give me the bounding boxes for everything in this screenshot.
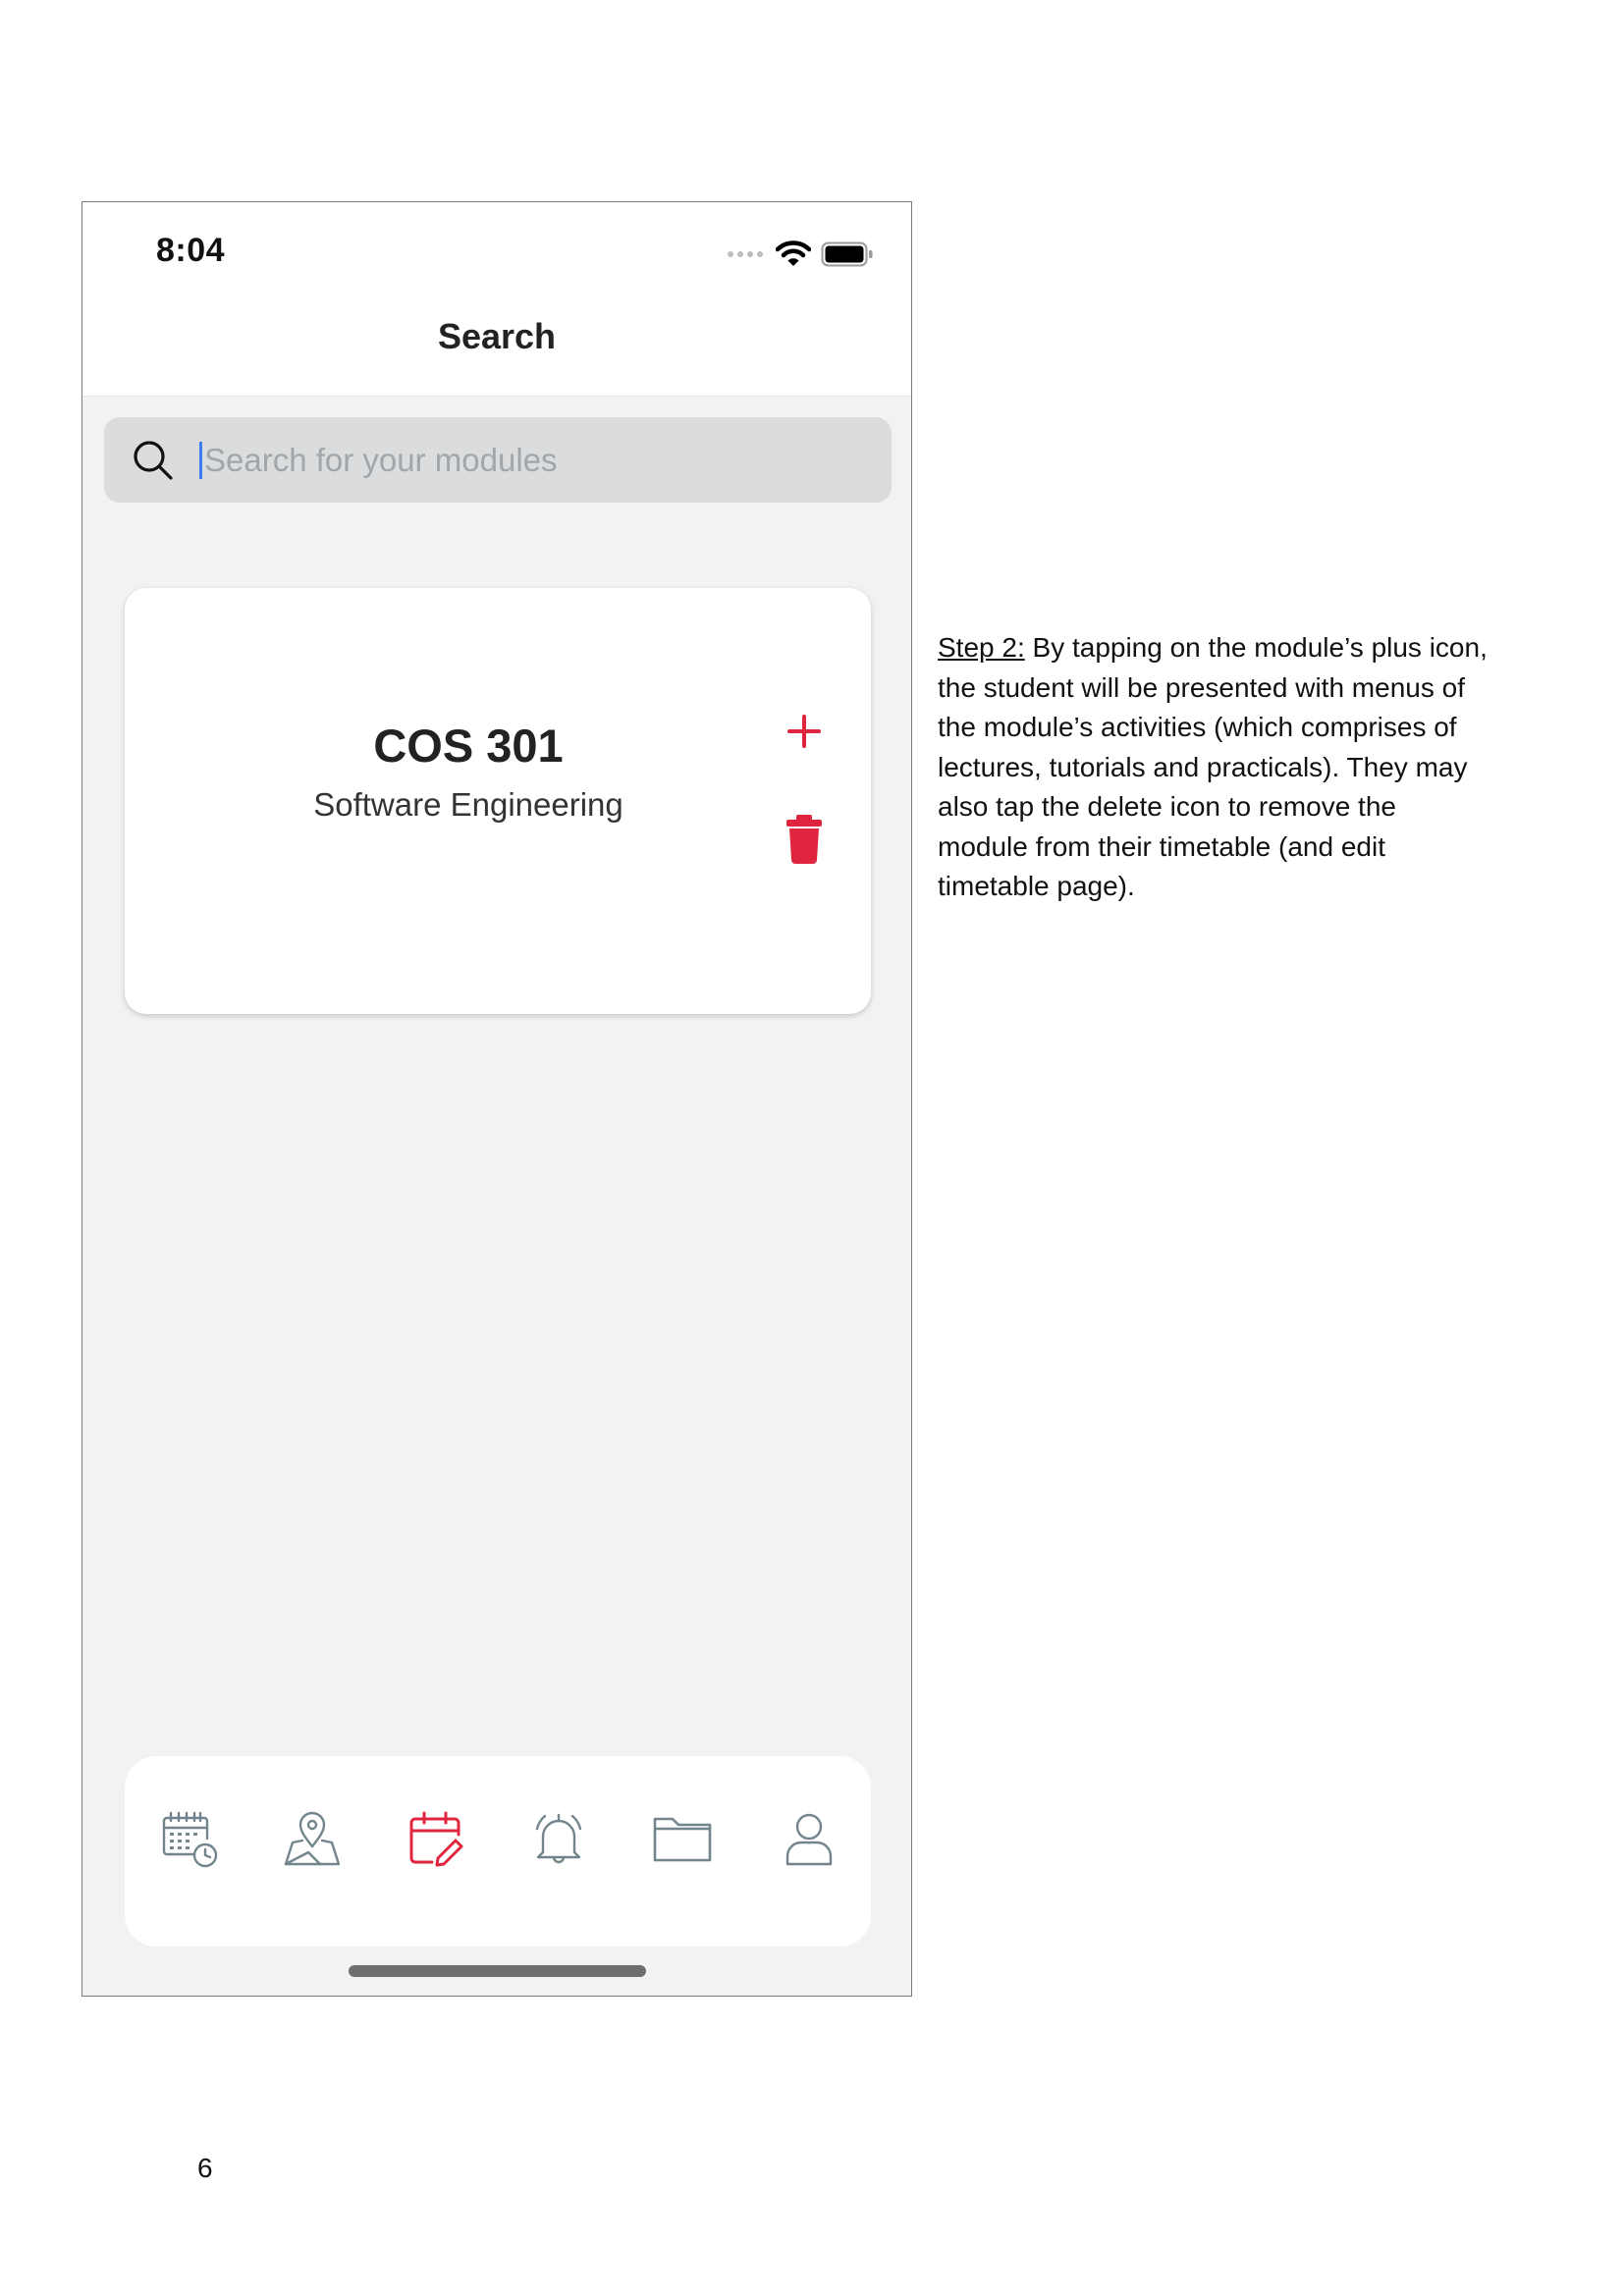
phone-screenshot: 8:04 Search Search for your modules COS …	[81, 201, 912, 1997]
step-body: By tapping on the module’s plus icon, th…	[938, 632, 1488, 901]
status-icons	[727, 240, 874, 269]
delete-trash-icon[interactable]	[781, 814, 828, 865]
bell-icon[interactable]	[527, 1807, 590, 1870]
module-code: COS 301	[373, 720, 564, 772]
module-card[interactable]: COS 301 Software Engineering	[125, 588, 871, 1014]
calendar-edit-icon[interactable]	[405, 1807, 467, 1870]
calendar-clock-icon[interactable]	[157, 1807, 220, 1870]
text-cursor	[199, 442, 202, 479]
status-time: 8:04	[156, 232, 226, 269]
search-input[interactable]	[204, 417, 852, 503]
home-indicator	[349, 1965, 646, 1977]
module-name: Software Engineering	[313, 786, 623, 823]
user-icon[interactable]	[778, 1807, 840, 1870]
page-title: Search	[437, 316, 557, 356]
step-label: Step 2:	[938, 632, 1025, 663]
navigation-bar: Search	[82, 291, 911, 397]
wifi-icon	[776, 240, 811, 266]
page-number: 6	[197, 2153, 213, 2183]
battery-icon	[821, 241, 873, 267]
folder-icon[interactable]	[651, 1807, 714, 1870]
map-pin-icon[interactable]	[281, 1807, 344, 1870]
cellular-signal-icon	[728, 251, 763, 257]
step-description: Step 2: By tapping on the module’s plus …	[938, 628, 1488, 907]
status-bar: 8:04	[82, 202, 911, 291]
add-module-plus-icon[interactable]	[777, 704, 832, 759]
tab-bar	[125, 1756, 871, 1947]
search-icon	[134, 441, 173, 480]
search-bar[interactable]	[104, 417, 892, 503]
